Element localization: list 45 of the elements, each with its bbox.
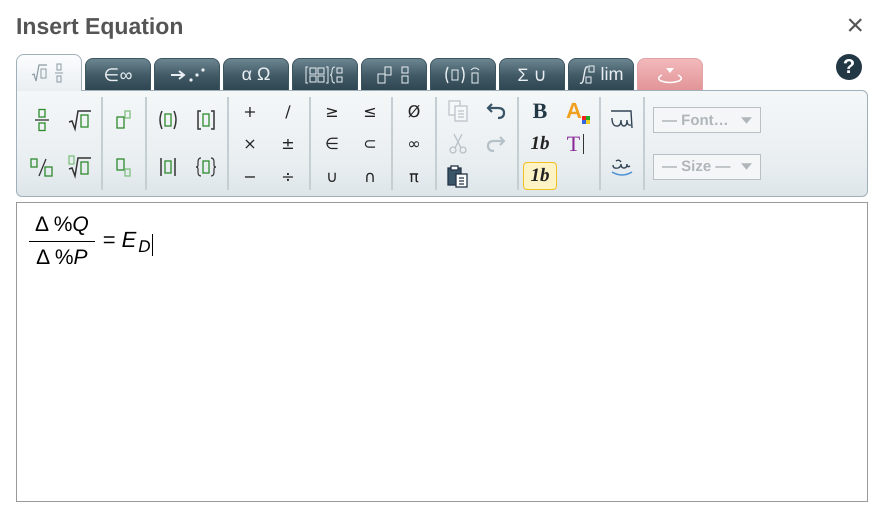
palette-tab[interactable]: α Ω — [223, 58, 289, 90]
symbol-button[interactable]: ≤ — [353, 97, 387, 125]
numerator: Δ %Q — [29, 213, 95, 242]
integral-icon — [578, 64, 596, 84]
symbol-button[interactable]: − — [233, 162, 267, 190]
symbol-button[interactable]: × — [233, 130, 267, 158]
symbol-button[interactable]: / — [271, 97, 305, 125]
symbol-button[interactable]: ∞ — [397, 130, 431, 158]
bold-button[interactable]: B — [523, 97, 557, 125]
equals-sign: = — [102, 226, 116, 252]
symbol-button[interactable]: ∈ — [315, 130, 349, 158]
italic-button[interactable]: 1b — [523, 130, 557, 158]
palette-tab[interactable] — [430, 58, 496, 90]
symbol-button[interactable]: ± — [271, 130, 305, 158]
denominator: Δ %P — [35, 245, 89, 270]
italic-button[interactable]: 1b — [523, 162, 557, 190]
palette-tab[interactable]: lim — [568, 58, 634, 90]
palette-tab[interactable] — [292, 58, 358, 90]
symbol-button[interactable]: Ø — [397, 97, 431, 125]
copy-icon — [446, 99, 470, 123]
braces-icon — [194, 154, 218, 179]
symbol-button[interactable]: ∩ — [353, 162, 387, 190]
variable: E — [122, 226, 136, 252]
palette-tab[interactable] — [154, 58, 220, 90]
symbol-button[interactable]: + — [233, 97, 267, 125]
palette-tab[interactable]: ∈∞ — [85, 58, 151, 90]
text-cursor — [152, 234, 153, 256]
close-button[interactable]: × — [842, 11, 868, 41]
symbol-button[interactable]: π — [397, 162, 431, 190]
symbol-button[interactable]: ≥ — [315, 97, 349, 125]
symbol-button[interactable]: ⊂ — [353, 130, 387, 158]
color-squares-icon — [582, 116, 590, 124]
symbol-button[interactable]: ÷ — [271, 162, 305, 190]
clipboard-icon — [446, 164, 470, 188]
caret-icon — [741, 163, 752, 170]
textmode-button[interactable]: T — [561, 130, 595, 158]
radical-icon — [68, 108, 92, 132]
nth-root-icon — [68, 154, 92, 179]
caret-icon — [741, 116, 752, 124]
subscript: D — [138, 236, 151, 256]
palette-tab[interactable]: Σ ∪ — [499, 58, 565, 90]
dialog-title: Insert Equation — [16, 12, 184, 40]
help-icon[interactable]: ? — [836, 54, 862, 80]
palette-tab[interactable] — [361, 58, 427, 90]
symbol-button[interactable]: ∪ — [315, 162, 349, 190]
